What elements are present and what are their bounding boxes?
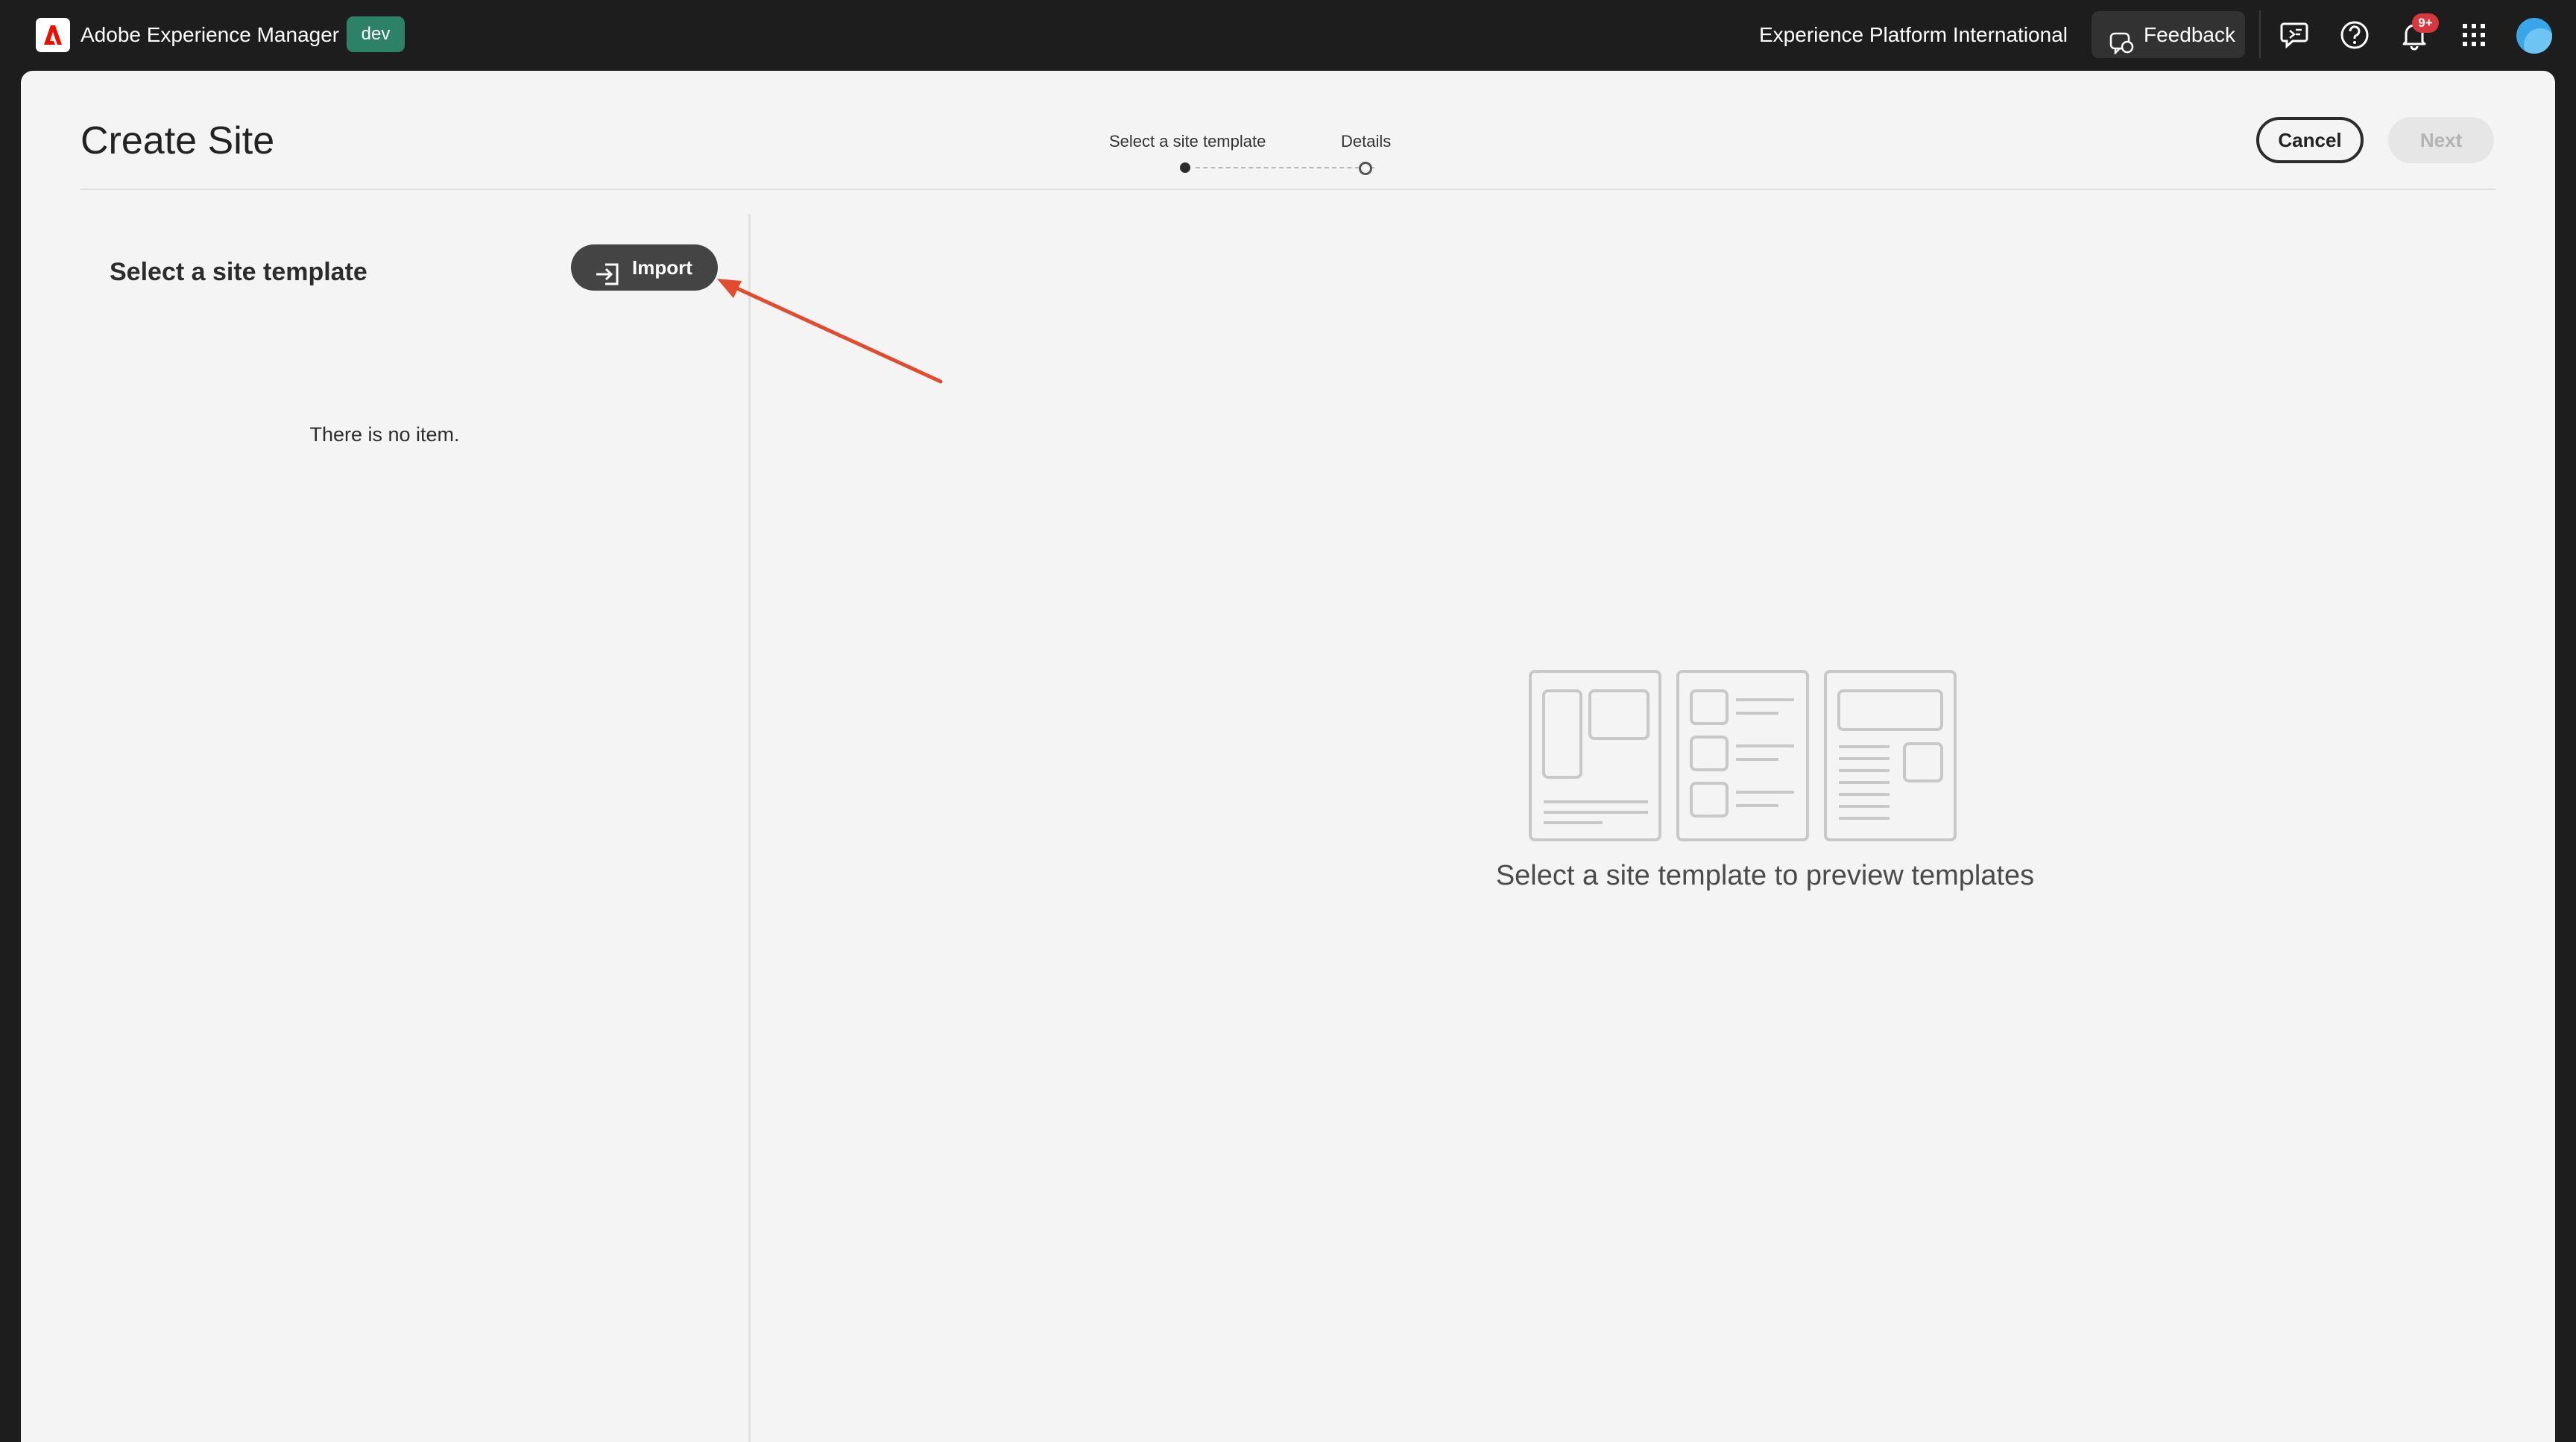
top-shell-bar: Adobe Experience Manager dev Experience … bbox=[0, 0, 2576, 71]
app-name[interactable]: Adobe Experience Manager bbox=[80, 21, 339, 49]
header-divider bbox=[80, 189, 2496, 190]
notification-count-badge: 9+ bbox=[2412, 13, 2439, 33]
column-divider bbox=[748, 214, 751, 1442]
import-button[interactable]: Import bbox=[571, 244, 718, 291]
empty-list-message: There is no item. bbox=[309, 423, 460, 446]
app-switcher-icon[interactable] bbox=[2458, 19, 2490, 51]
template-preview-illustration bbox=[1528, 669, 1960, 846]
import-icon bbox=[595, 256, 620, 303]
import-label: Import bbox=[632, 256, 692, 279]
adobe-logo-icon[interactable] bbox=[36, 18, 70, 52]
help-icon[interactable] bbox=[2339, 19, 2370, 51]
org-switcher[interactable]: Experience Platform International bbox=[1759, 21, 2068, 49]
preview-placeholder-text: Select a site template to preview templa… bbox=[1495, 860, 2035, 891]
step-indicator-current bbox=[1180, 162, 1190, 173]
page-title: Create Site bbox=[80, 119, 275, 162]
feedback-label: Feedback bbox=[2144, 23, 2235, 46]
chat-icon[interactable] bbox=[2279, 19, 2311, 51]
step-label-details: Details bbox=[1341, 132, 1392, 151]
environment-badge: dev bbox=[347, 16, 405, 52]
cancel-button[interactable]: Cancel bbox=[2256, 117, 2364, 163]
create-site-panel: Create Site Select a site template Detai… bbox=[21, 71, 2555, 1442]
topbar-divider bbox=[2259, 10, 2261, 58]
user-avatar[interactable] bbox=[2516, 18, 2552, 54]
feedback-icon bbox=[2109, 24, 2135, 71]
next-button[interactable]: Next bbox=[2388, 117, 2494, 163]
feedback-button[interactable]: Feedback bbox=[2092, 11, 2245, 58]
step-label-select-template: Select a site template bbox=[1109, 132, 1266, 151]
template-list-heading: Select a site template bbox=[110, 258, 367, 286]
step-connector bbox=[1196, 167, 1374, 168]
step-indicator-pending bbox=[1359, 162, 1372, 175]
